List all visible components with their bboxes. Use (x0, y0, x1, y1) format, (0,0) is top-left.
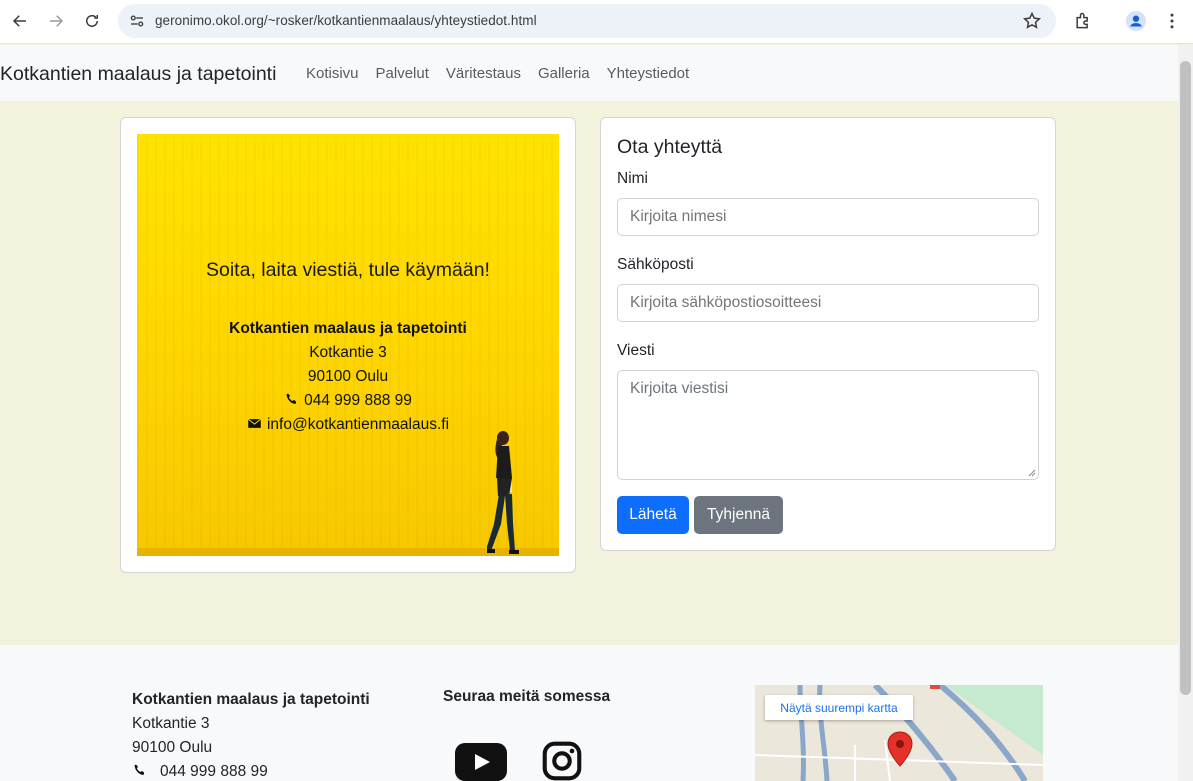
map-pin-icon[interactable] (887, 731, 913, 767)
back-arrow-icon[interactable] (7, 8, 33, 34)
contact-form-card: Ota yhteyttä Nimi Sähköposti Viesti Kirj… (600, 117, 1056, 551)
nav-links: Kotisivu Palvelut Väritestaus Galleria Y… (306, 65, 689, 82)
hero-phone-row: 044 999 888 99 (137, 389, 559, 413)
contact-hero-image: Soita, laita viestiä, tule käymään! Kotk… (137, 134, 559, 556)
footer-phone: 044 999 888 99 (160, 763, 268, 780)
phone-icon (286, 393, 297, 404)
walking-woman-figure (487, 431, 519, 554)
hero-city: 90100 Oulu (307, 368, 389, 385)
site-footer: Kotkantien maalaus ja tapetointi Kotkant… (0, 645, 1178, 781)
nav-link-galleria[interactable]: Galleria (538, 65, 590, 82)
hero-email: info@kotkantienmaalaus.fi (266, 416, 450, 433)
submit-button[interactable]: Lähetä (617, 496, 689, 534)
resize-grip-icon[interactable] (1028, 469, 1036, 477)
message-placeholder: Kirjoita viestisi (630, 380, 729, 397)
map-larger-link[interactable]: Näytä suurempi kartta (765, 695, 913, 720)
address-bar[interactable]: geronimo.okol.org/~rosker/kotkantienmaal… (118, 4, 1056, 38)
scrollbar-thumb[interactable] (1180, 61, 1191, 695)
form-title: Ota yhteyttä (617, 136, 723, 158)
contact-info-card: Soita, laita viestiä, tule käymään! Kotk… (120, 117, 576, 573)
brand-link[interactable]: Kotkantien maalaus ja tapetointi (0, 63, 276, 86)
email-label: Sähköposti (617, 256, 694, 273)
hero-street: Kotkantie 3 (309, 344, 387, 361)
name-input[interactable] (617, 198, 1039, 236)
hero-title: Soita, laita viestiä, tule käymään! (206, 259, 490, 281)
hero-contact-details: Kotkantien maalaus ja tapetointi Kotkant… (137, 317, 559, 437)
instagram-icon[interactable] (540, 741, 584, 781)
footer-contact: Kotkantien maalaus ja tapetointi Kotkant… (132, 688, 370, 781)
nav-link-varitestaus[interactable]: Väritestaus (446, 65, 521, 82)
profile-avatar-icon[interactable] (1124, 9, 1148, 33)
name-label: Nimi (617, 170, 648, 187)
nav-link-kotisivu[interactable]: Kotisivu (306, 65, 359, 82)
phone-icon (134, 764, 145, 775)
message-textarea[interactable]: Kirjoita viestisi (617, 370, 1039, 480)
forward-arrow-icon[interactable] (43, 8, 69, 34)
social-title: Seuraa meitä somessa (443, 688, 611, 705)
extensions-icon[interactable] (1071, 9, 1095, 33)
hero-phone: 044 999 888 99 (304, 392, 412, 409)
reload-icon[interactable] (79, 8, 105, 34)
reset-button[interactable]: Tyhjennä (694, 496, 783, 534)
nav-link-yhteystiedot[interactable]: Yhteystiedot (607, 65, 690, 82)
hero-company: Kotkantien maalaus ja tapetointi (229, 320, 467, 337)
browser-toolbar: geronimo.okol.org/~rosker/kotkantienmaal… (0, 0, 1193, 44)
site-navbar: Kotkantien maalaus ja tapetointi Kotisiv… (0, 45, 1178, 101)
footer-city: 90100 Oulu (132, 739, 213, 756)
footer-company: Kotkantien maalaus ja tapetointi (132, 691, 370, 708)
footer-phone-row: 044 999 888 99 (132, 760, 370, 781)
url-text[interactable]: geronimo.okol.org/~rosker/kotkantienmaal… (155, 13, 537, 28)
embedded-map[interactable]: Näytä suurempi kartta (755, 685, 1043, 781)
browser-menu-icon[interactable] (1160, 9, 1184, 33)
footer-street: Kotkantie 3 (132, 715, 210, 732)
page-scrollbar[interactable] (1178, 45, 1193, 781)
message-label: Viesti (617, 342, 655, 359)
site-settings-icon[interactable] (128, 12, 146, 30)
email-input[interactable] (617, 284, 1039, 322)
nav-link-palvelut[interactable]: Palvelut (376, 65, 429, 82)
envelope-icon (247, 418, 262, 428)
bookmark-star-icon[interactable] (1022, 11, 1042, 31)
youtube-icon[interactable] (455, 743, 507, 781)
